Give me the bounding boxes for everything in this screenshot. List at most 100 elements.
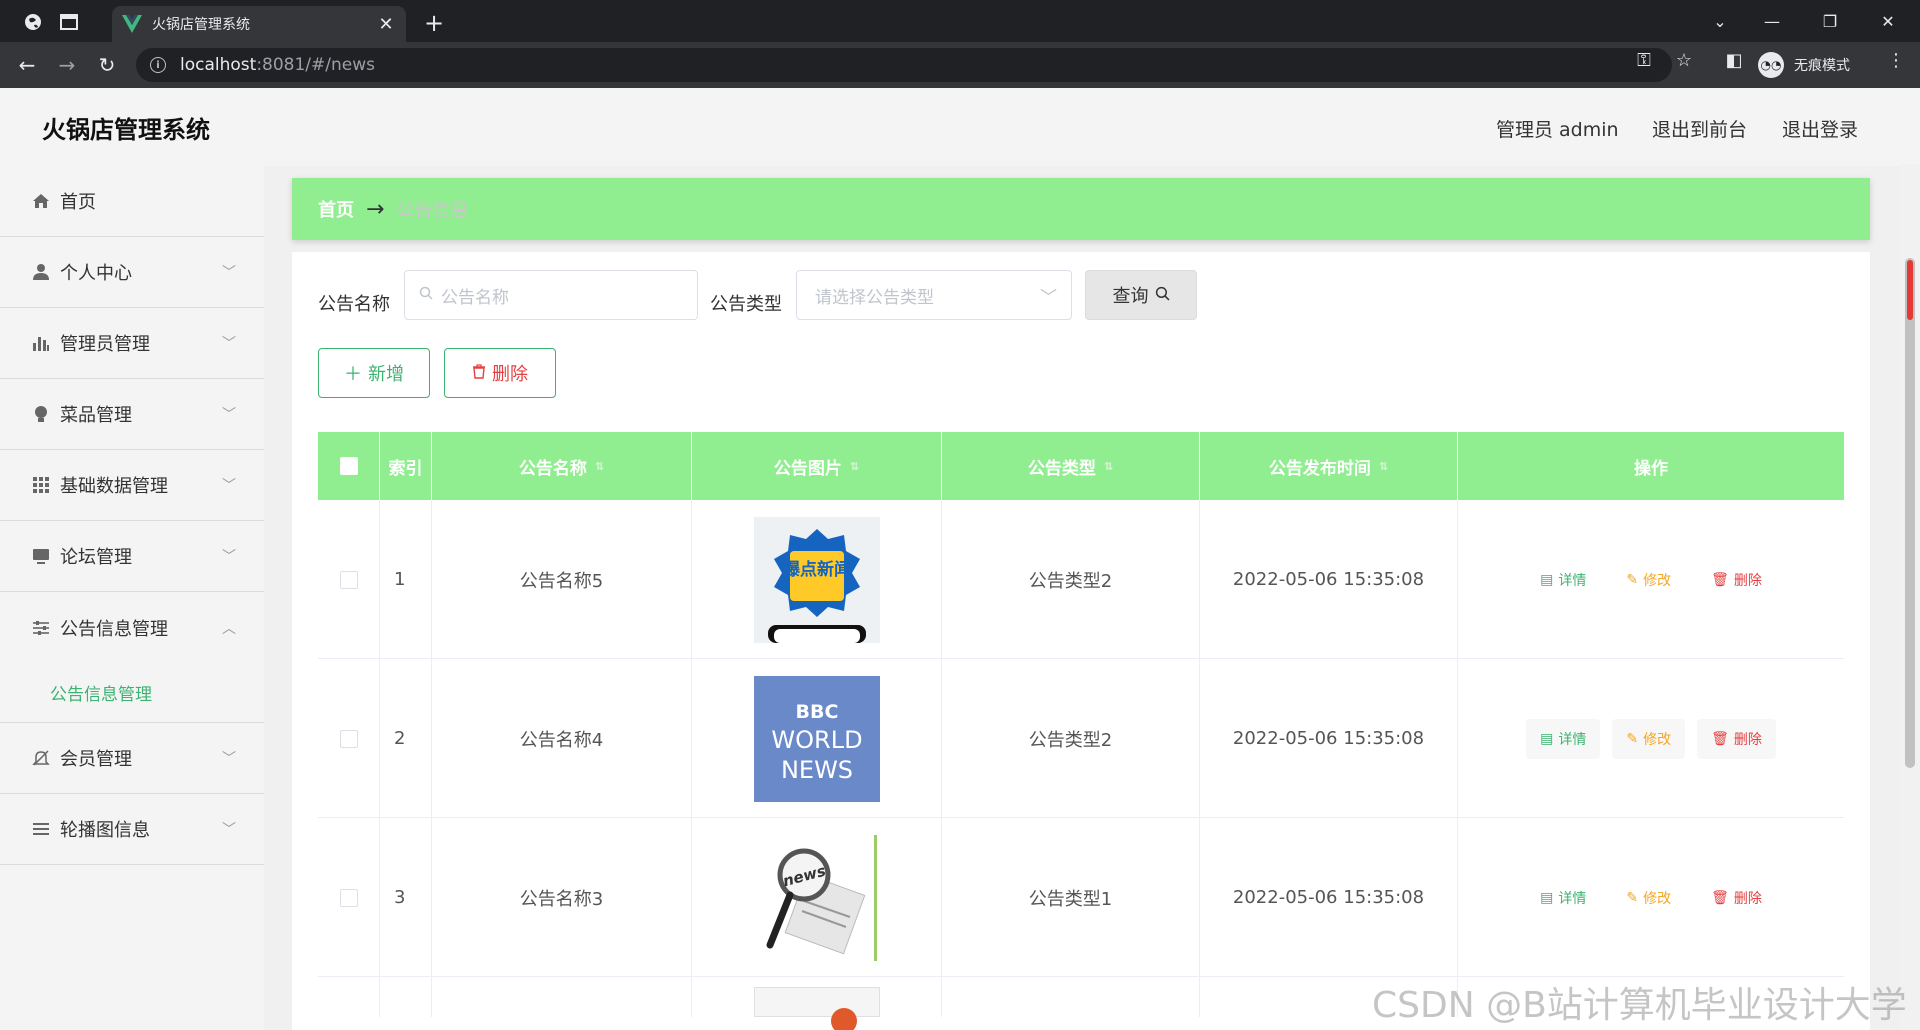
edit-button[interactable]: ✎ 修改 — [1612, 560, 1685, 600]
index-cell: 3 — [380, 818, 432, 977]
sidebar-item-notice[interactable]: 公告信息管理 ︿ — [0, 592, 264, 663]
delete-button[interactable]: 删除 — [444, 348, 556, 398]
breadcrumb-arrow-icon: → — [366, 196, 385, 222]
notice-panel: 公告名称 公告名称 公告类型 请选择公告类型 ﹀ 查询 ＋ 新增 删除 索引 公… — [292, 252, 1870, 1030]
sidebar-item-admin[interactable]: 管理员管理 ﹀ — [0, 308, 264, 379]
table-row: 3 公告名称3 news 公告类型1 2022-05-06 15:35:08 ▤… — [318, 818, 1844, 977]
column-header[interactable]: 公告类型 ⇅ — [942, 432, 1200, 500]
sidebar-item-carousel[interactable]: 轮播图信息 ﹀ — [0, 794, 264, 865]
sort-icon[interactable]: ⇅ — [850, 460, 859, 473]
plus-icon: ＋ — [344, 364, 362, 385]
site-info-icon[interactable]: i — [150, 57, 166, 73]
thumbnail-text: 爆点新闻 — [783, 559, 851, 580]
forward-icon[interactable]: → — [52, 50, 82, 80]
search-type-select[interactable]: 请选择公告类型 ﹀ — [796, 270, 1072, 320]
row-checkbox[interactable] — [339, 729, 358, 748]
row-delete-button[interactable]: 🗑 删除 — [1697, 718, 1776, 759]
scrollbar-thumb[interactable] — [1905, 258, 1915, 768]
back-icon[interactable]: ← — [12, 50, 42, 80]
notice-thumbnail[interactable]: 爆点新闻 — [753, 516, 880, 643]
select-all-checkbox[interactable] — [339, 457, 358, 475]
tab-close-icon[interactable]: ✕ — [376, 14, 396, 35]
sidebar-item-members[interactable]: 会员管理 ﹀ — [0, 723, 264, 794]
breadcrumb-home[interactable]: 首页 — [318, 196, 354, 222]
globe-icon[interactable] — [20, 9, 46, 35]
detail-button[interactable]: ▤ 详情 — [1526, 878, 1600, 918]
notice-thumbnail[interactable]: BBC WORLD NEWS — [753, 675, 880, 802]
column-header[interactable]: 公告名称 ⇅ — [432, 432, 692, 500]
edit-icon: ✎ — [1626, 571, 1639, 588]
name-cell: 公告名称5 — [432, 500, 692, 659]
tab-search-icon[interactable]: ⌄ — [1690, 6, 1750, 36]
column-header-label: 公告类型 — [1027, 458, 1096, 479]
app-header: 火锅店管理系统 管理员 admin 退出到前台 退出登录 — [0, 88, 1920, 166]
tab-list-icon[interactable] — [56, 9, 82, 35]
sidebar-item-label: 轮播图信息 — [60, 820, 150, 841]
time-cell: 2022-05-06 15:35:08 — [1200, 818, 1458, 977]
home-icon — [30, 190, 52, 212]
minimize-icon[interactable]: — — [1742, 6, 1802, 36]
browser-toolbar: ← → ↻ i localhost:8081/#/news ⚿ ☆ ◧ ◔◔ 无… — [0, 42, 1920, 88]
chevron-down-icon: ﹀ — [222, 549, 236, 565]
column-header-label: 公告发布时间 — [1268, 458, 1371, 479]
detail-button[interactable]: ▤ 详情 — [1526, 718, 1601, 759]
bell-off-icon — [30, 747, 52, 769]
sidebar-item-profile[interactable]: 个人中心 ﹀ — [0, 237, 264, 308]
sidebar-item-basic-data[interactable]: 基础数据管理 ﹀ — [0, 450, 264, 521]
restore-icon[interactable]: ❐ — [1800, 6, 1860, 36]
reload-icon[interactable]: ↻ — [92, 50, 122, 80]
notice-thumbnail[interactable] — [753, 987, 880, 1030]
name-cell: 公告名称3 — [432, 818, 692, 977]
star-icon[interactable]: ☆ — [1672, 50, 1696, 71]
name-cell — [432, 977, 692, 1017]
column-header-label: 公告名称 — [518, 458, 587, 479]
sliders-icon — [30, 617, 52, 639]
grid-icon — [30, 474, 52, 496]
row-delete-button[interactable]: 🗑 删除 — [1697, 560, 1776, 600]
breadcrumb: 首页 → 公告信息 — [292, 178, 1870, 240]
logout-link[interactable]: 退出登录 — [1782, 115, 1858, 142]
side-panel-icon[interactable]: ◧ — [1722, 50, 1746, 71]
new-tab-icon[interactable]: + — [420, 9, 448, 37]
trash-icon — [472, 363, 486, 384]
sort-icon[interactable]: ⇅ — [1379, 460, 1388, 473]
column-header[interactable]: 公告图片 ⇅ — [692, 432, 942, 500]
sidebar-item-home[interactable]: 首页 — [0, 166, 264, 237]
notice-thumbnail[interactable]: news — [753, 834, 880, 961]
sidebar-item-label: 个人中心 — [60, 263, 132, 284]
key-icon[interactable]: ⚿ — [1632, 50, 1656, 71]
edit-button[interactable]: ✎ 修改 — [1612, 878, 1685, 918]
page-scrollbar[interactable] — [1900, 164, 1920, 1030]
sidebar-item-forum[interactable]: 论坛管理 ﹀ — [0, 521, 264, 592]
add-button[interactable]: ＋ 新增 — [318, 348, 430, 398]
row-delete-button[interactable]: 🗑 删除 — [1697, 878, 1776, 918]
search-icon — [419, 285, 433, 305]
search-name-label: 公告名称 — [318, 294, 390, 315]
sort-icon[interactable]: ⇅ — [595, 460, 604, 473]
search-name-input[interactable]: 公告名称 — [404, 270, 698, 320]
sidebar-item-label: 菜品管理 — [60, 405, 132, 426]
query-button[interactable]: 查询 — [1085, 270, 1197, 320]
address-bar[interactable]: i localhost:8081/#/news — [136, 48, 1672, 82]
window-close-icon[interactable]: ✕ — [1858, 6, 1918, 36]
document-icon: ▤ — [1540, 571, 1554, 588]
to-frontend-link[interactable]: 退出到前台 — [1652, 115, 1747, 142]
edit-label: 修改 — [1643, 572, 1672, 589]
document-icon: ▤ — [1540, 730, 1554, 747]
row-checkbox[interactable] — [339, 888, 358, 907]
menu-kebab-icon[interactable]: ⋮ — [1884, 50, 1908, 71]
user-icon — [30, 261, 52, 283]
edit-label: 修改 — [1643, 731, 1672, 748]
detail-button[interactable]: ▤ 详情 — [1526, 560, 1600, 600]
incognito-indicator[interactable]: ◔◔ 无痕模式 — [1758, 49, 1850, 81]
edit-button[interactable]: ✎ 修改 — [1612, 718, 1686, 759]
submenu-item-notice-management[interactable]: 公告信息管理 — [0, 662, 264, 722]
sort-icon[interactable]: ⇅ — [1104, 460, 1113, 473]
column-header[interactable]: 公告发布时间 ⇅ — [1200, 432, 1458, 500]
name-cell: 公告名称4 — [432, 659, 692, 818]
row-checkbox[interactable] — [339, 570, 358, 589]
sidebar-item-dishes[interactable]: 菜品管理 ﹀ — [0, 379, 264, 450]
browser-tab[interactable]: 火锅店管理系统 ✕ — [112, 6, 406, 42]
search-type-placeholder: 请选择公告类型 — [815, 287, 934, 308]
detail-label: 详情 — [1558, 572, 1587, 589]
